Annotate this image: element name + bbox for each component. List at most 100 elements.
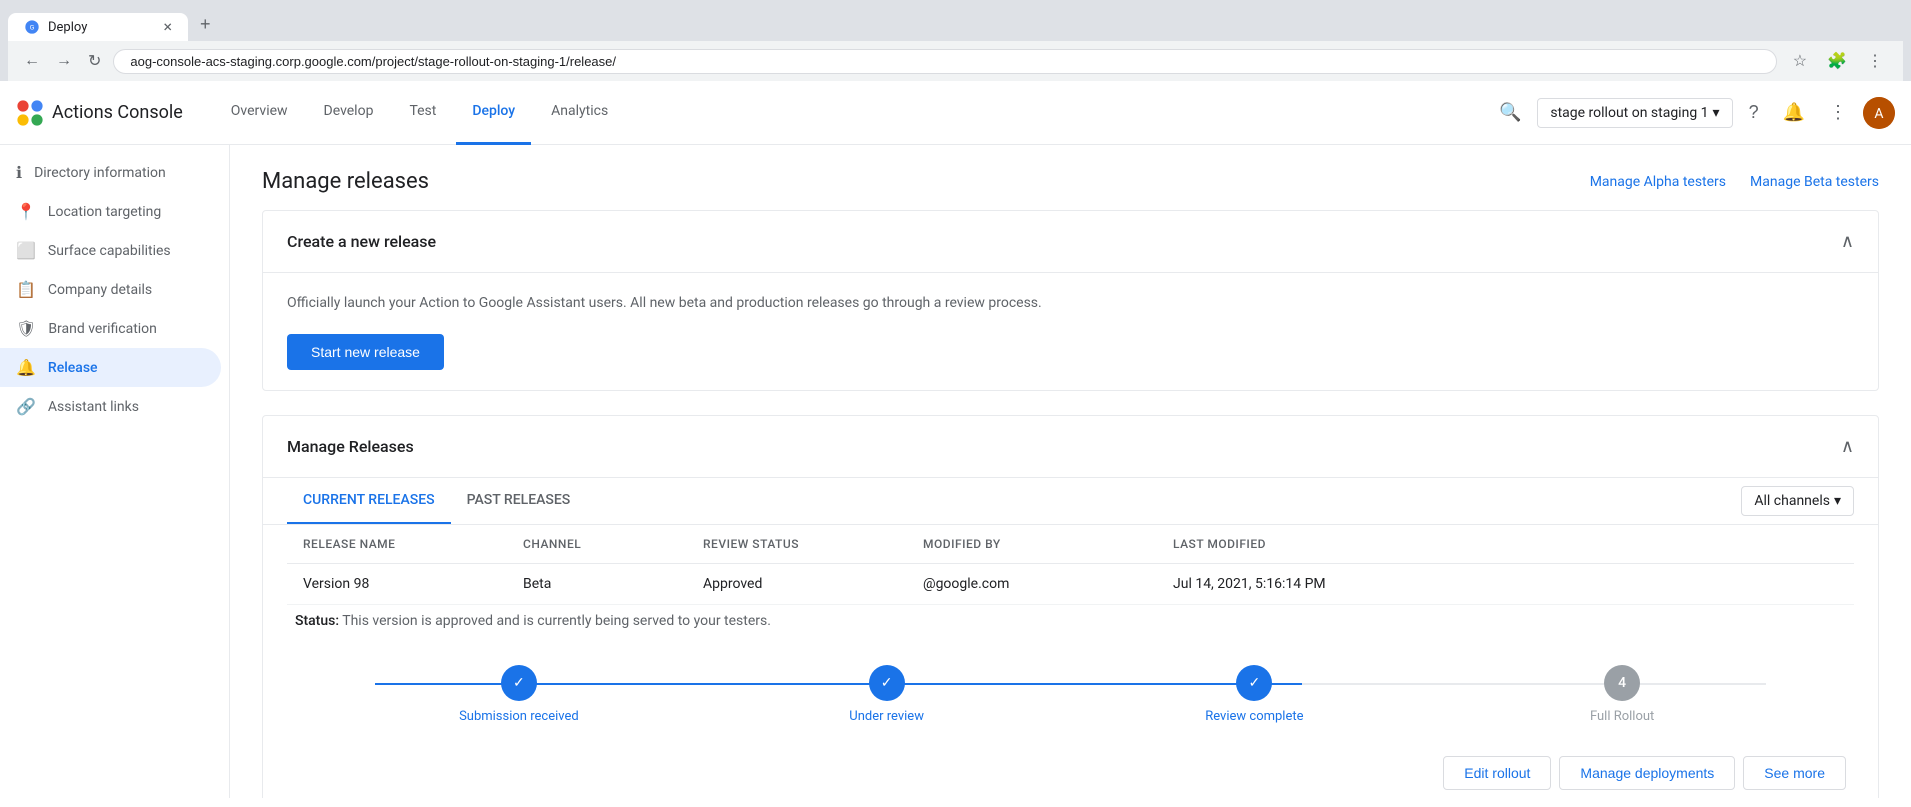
browser-tab-active[interactable]: G Deploy × (8, 13, 188, 41)
header-release-name: Release name (303, 537, 523, 551)
address-input[interactable] (113, 49, 1776, 74)
new-tab-button[interactable]: + (188, 8, 223, 41)
tab-close-btn[interactable]: × (163, 19, 172, 35)
see-more-button[interactable]: See more (1743, 756, 1846, 790)
channel-select[interactable]: All channels ▾ (1741, 486, 1854, 516)
sidebar-label-company-details: Company details (48, 282, 152, 298)
edit-rollout-button[interactable]: Edit rollout (1443, 756, 1551, 790)
create-release-header: Create a new release ∧ (263, 211, 1878, 273)
steps-row: ✓ Submission received ✓ Under review ✓ R… (295, 665, 1846, 724)
table-row[interactable]: Version 98 Beta Approved @google.com Jul… (287, 564, 1854, 605)
status-description: This version is approved and is currentl… (342, 613, 771, 629)
reload-button[interactable]: ↻ (84, 47, 105, 75)
channel-select-label: All channels (1754, 493, 1830, 509)
sidebar-item-company-details[interactable]: 📋 Company details (0, 270, 221, 309)
table-header: Release name Channel Review status Modif… (287, 525, 1854, 564)
create-release-content: Officially launch your Action to Google … (263, 273, 1878, 390)
google-logo-icon (16, 99, 44, 127)
sidebar-label-assistant-links: Assistant links (48, 399, 139, 415)
nav-link-test[interactable]: Test (393, 81, 452, 145)
tab-title: Deploy (48, 20, 87, 35)
sidebar-item-release[interactable]: 🔔 Release (0, 348, 221, 387)
project-dropdown-icon: ▾ (1713, 105, 1720, 121)
sidebar-label-release: Release (48, 360, 98, 376)
svg-text:A: A (1874, 106, 1883, 122)
main-content: Manage releases Manage Alpha testers Man… (230, 145, 1911, 798)
tab-past-releases[interactable]: PAST RELEASES (451, 478, 587, 524)
sidebar-item-location-targeting[interactable]: 📍 Location targeting (0, 192, 221, 231)
sidebar-label-brand-verification: Brand verification (48, 321, 157, 337)
browser-actions: ☆ 🧩 ⋮ (1785, 47, 1891, 75)
info-icon: ℹ (16, 163, 22, 182)
nav-link-analytics[interactable]: Analytics (535, 81, 624, 145)
app: Actions Console Overview Develop Test De… (0, 81, 1911, 798)
manage-section-collapse-btn[interactable]: ∧ (1841, 436, 1854, 457)
browser-chrome: G Deploy × + ← → ↻ ☆ 🧩 ⋮ (0, 0, 1911, 81)
step-label-2: Under review (849, 709, 924, 724)
more-options-button[interactable]: ⋮ (1859, 47, 1891, 75)
nav-link-develop[interactable]: Develop (308, 81, 390, 145)
status-label: Status: (295, 613, 339, 629)
user-avatar[interactable]: A (1863, 97, 1895, 129)
search-button[interactable]: 🔍 (1491, 94, 1529, 131)
back-button[interactable]: ← (20, 48, 44, 74)
cell-release-name: Version 98 (303, 576, 523, 592)
help-button[interactable]: ? (1741, 94, 1767, 131)
project-name: stage rollout on staging 1 (1550, 105, 1708, 121)
releases-table: Release name Channel Review status Modif… (263, 525, 1878, 605)
sidebar-label-surface-capabilities: Surface capabilities (48, 243, 171, 259)
header-links: Manage Alpha testers Manage Beta testers (1590, 174, 1879, 190)
cell-last-modified: Jul 14, 2021, 5:16:14 PM (1173, 576, 1838, 592)
nav-link-overview[interactable]: Overview (215, 81, 304, 145)
tab-current-releases[interactable]: CURRENT RELEASES (287, 478, 451, 524)
start-new-release-button[interactable]: Start new release (287, 334, 444, 370)
step-circle-3: ✓ (1236, 665, 1272, 701)
manage-beta-link[interactable]: Manage Beta testers (1750, 174, 1879, 190)
nav-link-deploy[interactable]: Deploy (456, 81, 531, 145)
shield-icon: 🛡 (16, 319, 36, 338)
create-release-title: Create a new release (287, 232, 436, 251)
project-selector[interactable]: stage rollout on staging 1 ▾ (1537, 98, 1732, 128)
manage-releases-section: Manage Releases ∧ CURRENT RELEASES PAST … (262, 415, 1879, 798)
cell-modified-by: @google.com (923, 576, 1173, 592)
bookmark-button[interactable]: ☆ (1785, 47, 1815, 75)
step-full-rollout[interactable]: 4 Full Rollout (1438, 665, 1806, 724)
notifications-button[interactable]: 🔔 (1775, 94, 1813, 131)
header-last-modified: Last modified (1173, 537, 1838, 551)
step-circle-1: ✓ (501, 665, 537, 701)
sidebar-item-brand-verification[interactable]: 🛡 Brand verification (0, 309, 221, 348)
release-icon: 🔔 (16, 358, 36, 377)
manage-alpha-link[interactable]: Manage Alpha testers (1590, 174, 1726, 190)
extensions-button[interactable]: 🧩 (1819, 47, 1855, 75)
step-label-3: Review complete (1205, 709, 1303, 724)
sidebar-label-directory-information: Directory information (34, 165, 166, 181)
step-under-review[interactable]: ✓ Under review (703, 665, 1071, 724)
tab-favicon: G (24, 19, 40, 35)
sidebar-item-assistant-links[interactable]: 🔗 Assistant links (0, 387, 221, 426)
manage-releases-title: Manage Releases (287, 437, 414, 456)
create-section-collapse-btn[interactable]: ∧ (1841, 231, 1854, 252)
sidebar-label-location-targeting: Location targeting (48, 204, 161, 220)
forward-button[interactable]: → (52, 48, 76, 74)
step-submission-received[interactable]: ✓ Submission received (335, 665, 703, 724)
link-icon: 🔗 (16, 397, 36, 416)
step-circle-2: ✓ (869, 665, 905, 701)
step-circle-4: 4 (1604, 665, 1640, 701)
top-nav: Actions Console Overview Develop Test De… (0, 81, 1911, 145)
manage-deployments-button[interactable]: Manage deployments (1559, 756, 1735, 790)
create-release-description: Officially launch your Action to Google … (287, 293, 1854, 314)
create-release-section: Create a new release ∧ Officially launch… (262, 210, 1879, 391)
header-review-status: Review status (703, 537, 923, 551)
status-row: Status: This version is approved and is … (263, 605, 1878, 645)
tabs-row: CURRENT RELEASES PAST RELEASES All chann… (263, 478, 1878, 525)
step-review-complete[interactable]: ✓ Review complete (1071, 665, 1439, 724)
more-menu-button[interactable]: ⋮ (1821, 94, 1855, 131)
cell-review-status: Approved (703, 576, 923, 592)
step-label-4: Full Rollout (1590, 709, 1654, 724)
content-header: Manage releases Manage Alpha testers Man… (230, 145, 1911, 210)
manage-releases-header: Manage Releases ∧ (263, 416, 1878, 478)
sidebar-item-surface-capabilities[interactable]: ⬜ Surface capabilities (0, 231, 221, 270)
cell-channel: Beta (523, 576, 703, 592)
sidebar-item-directory-information[interactable]: ℹ Directory information (0, 153, 221, 192)
browser-address-bar: ← → ↻ ☆ 🧩 ⋮ (8, 41, 1903, 81)
